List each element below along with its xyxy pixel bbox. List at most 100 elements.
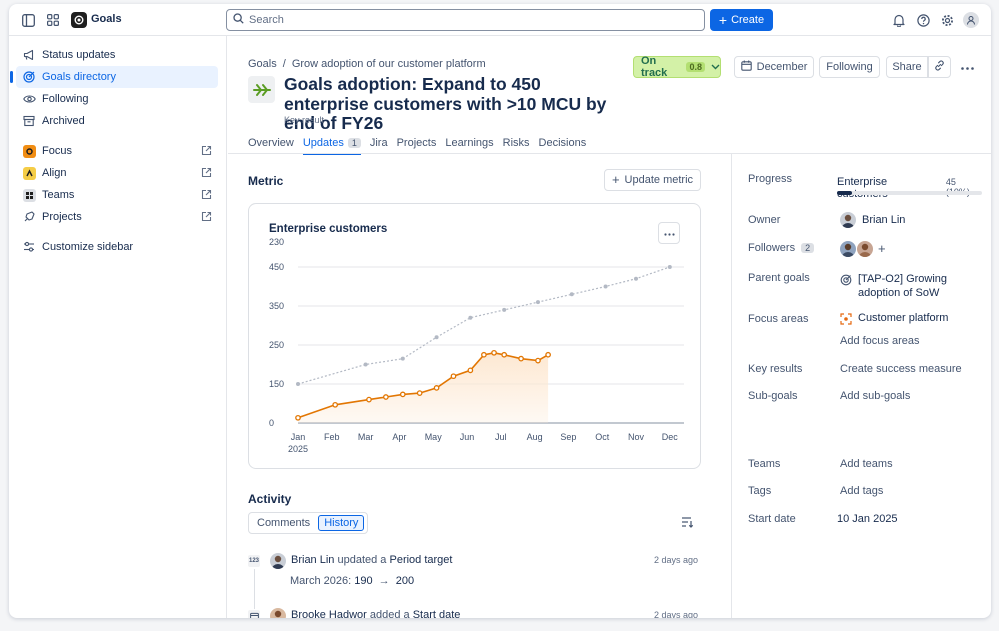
external-link-icon[interactable] [201,189,212,200]
metric-line-chart: 0 150 250 350 450 Jan Feb Mar Apr May Jun Jul Aug Sep… [269,262,684,454]
start-date-label: Start date [748,513,796,525]
focus-app-icon [22,144,36,158]
link-icon [934,60,945,74]
focus-area-link[interactable]: Customer platform [840,312,948,328]
settings-gear-icon[interactable] [939,12,955,28]
chart-x-tick-label: Oct [595,432,610,442]
status-dropdown[interactable]: On track 0.8 [633,55,721,79]
sidebar-item-teams[interactable]: Teams [16,184,218,206]
owner-value[interactable]: Brian Lin [840,212,905,228]
create-success-measure-link[interactable]: Create success measure [840,363,962,375]
activity-entry: 123 Brian Lin updated a Period target 2 … [248,552,698,570]
chart-point-target [535,300,540,305]
target-date-label: December [756,61,808,73]
progress-bar-fill [837,191,852,195]
history-tab[interactable]: History [318,515,365,531]
sidebar-item-label: Archived [42,115,85,127]
breadcrumb-goals-link[interactable]: Goals [248,58,277,70]
sidebar-item-align[interactable]: Align [16,162,218,184]
followers-count-badge: 2 [801,243,815,253]
target-date-button[interactable]: December [734,56,814,78]
avatar [840,212,856,228]
start-date-value[interactable]: 10 Jan 2025 [837,513,898,525]
progress-value-row: Enterprise customers 45 (10%) [837,176,982,200]
following-button[interactable]: Following [819,56,880,78]
archive-icon [22,114,36,128]
chart-point-target [667,265,672,269]
tab-risks[interactable]: Risks [503,133,530,153]
calendar-icon [248,610,260,618]
chart-x-tick-label: May [425,432,443,442]
sort-icon[interactable] [681,516,695,530]
activity-user[interactable]: Brian Lin [291,554,334,566]
tab-learnings[interactable]: Learnings [445,133,493,153]
tab-decisions[interactable]: Decisions [539,133,587,153]
sidebar-item-goals-directory[interactable]: Goals directory [10,66,218,88]
search-input[interactable] [249,14,689,26]
create-button[interactable]: + Create [710,9,773,31]
share-button[interactable]: Share [886,56,928,78]
progress-metric-name: Enterprise customers [837,176,888,200]
chart-point-target [603,284,608,289]
app-switcher-icon[interactable] [45,12,61,28]
tab-overview[interactable]: Overview [248,133,294,153]
create-label: Create [731,14,765,26]
more-actions-button[interactable] [956,56,978,78]
add-follower-icon[interactable]: + [878,241,886,256]
progress-label: Progress [748,173,793,185]
add-focus-areas-link[interactable]: Add focus areas [840,335,920,347]
followers-avatars[interactable]: + [840,241,886,257]
goal-type-label: Key result [284,115,325,125]
tab-projects[interactable]: Projects [397,133,437,153]
notifications-icon[interactable] [891,12,907,28]
sidebar-item-status-updates[interactable]: Status updates [16,44,218,66]
goal-tabs: Overview Updates 1 Jira Projects Learning… [248,133,595,155]
external-link-icon[interactable] [201,211,212,222]
chart-area-actual [298,352,549,423]
breadcrumb: Goals / Grow adoption of our customer pl… [248,58,486,70]
chart-y-tick-label: 350 [269,301,284,311]
add-teams-link[interactable]: Add teams [840,458,893,470]
app-name[interactable]: Goals [91,13,122,25]
owner-label: Owner [748,214,781,226]
key-results-label: Key results [748,363,803,375]
tab-label: Risks [502,137,530,149]
parent-goal-link[interactable]: [TAP-O2] Growing adoption of SoW [840,272,960,300]
following-label: Following [826,61,873,73]
sidebar-item-label: Align [42,167,67,179]
tab-jira[interactable]: Jira [370,133,388,153]
copy-link-button[interactable] [928,56,951,78]
sidebar-item-projects[interactable]: Projects [16,206,218,228]
external-link-icon[interactable] [201,167,212,178]
update-metric-button[interactable]: + Update metric [604,169,701,191]
avatar [840,241,856,257]
chart-x-year-label: 2025 [288,444,308,454]
search-bar[interactable] [226,9,705,31]
sidebar-item-customize[interactable]: Customize sidebar [16,236,218,258]
sidebar-toggle-icon[interactable] [20,12,36,28]
sidebar-item-archived[interactable]: Archived [16,110,218,132]
chart-x-tick-label: Feb [324,432,340,442]
avatar[interactable] [270,553,286,569]
panel-divider [731,153,732,618]
sidebar-item-focus[interactable]: Focus [16,140,218,162]
add-sub-goals-link[interactable]: Add sub-goals [840,390,910,402]
help-icon[interactable] [915,12,931,28]
add-tags-link[interactable]: Add tags [840,485,883,497]
activity-user[interactable]: Brooke Hadwor [291,609,367,618]
breadcrumb-separator: / [282,58,286,70]
goals-logo-icon[interactable] [71,12,87,28]
avatar[interactable] [270,608,286,618]
sidebar-item-following[interactable]: Following [16,88,218,110]
chart-point-actual [501,351,508,358]
breadcrumb-parent-goal-link[interactable]: Grow adoption of our customer platform [292,58,486,70]
metric-heading: Metric [248,174,284,188]
tab-updates[interactable]: Updates 1 [302,133,361,155]
chart-point-target [400,356,405,361]
detail-label: March 2026: [290,575,352,587]
status-label: On track [641,55,668,79]
comments-tab[interactable]: Comments [252,515,315,531]
external-link-icon[interactable] [201,145,212,156]
chart-point-target [569,292,574,297]
profile-avatar[interactable] [963,12,979,28]
